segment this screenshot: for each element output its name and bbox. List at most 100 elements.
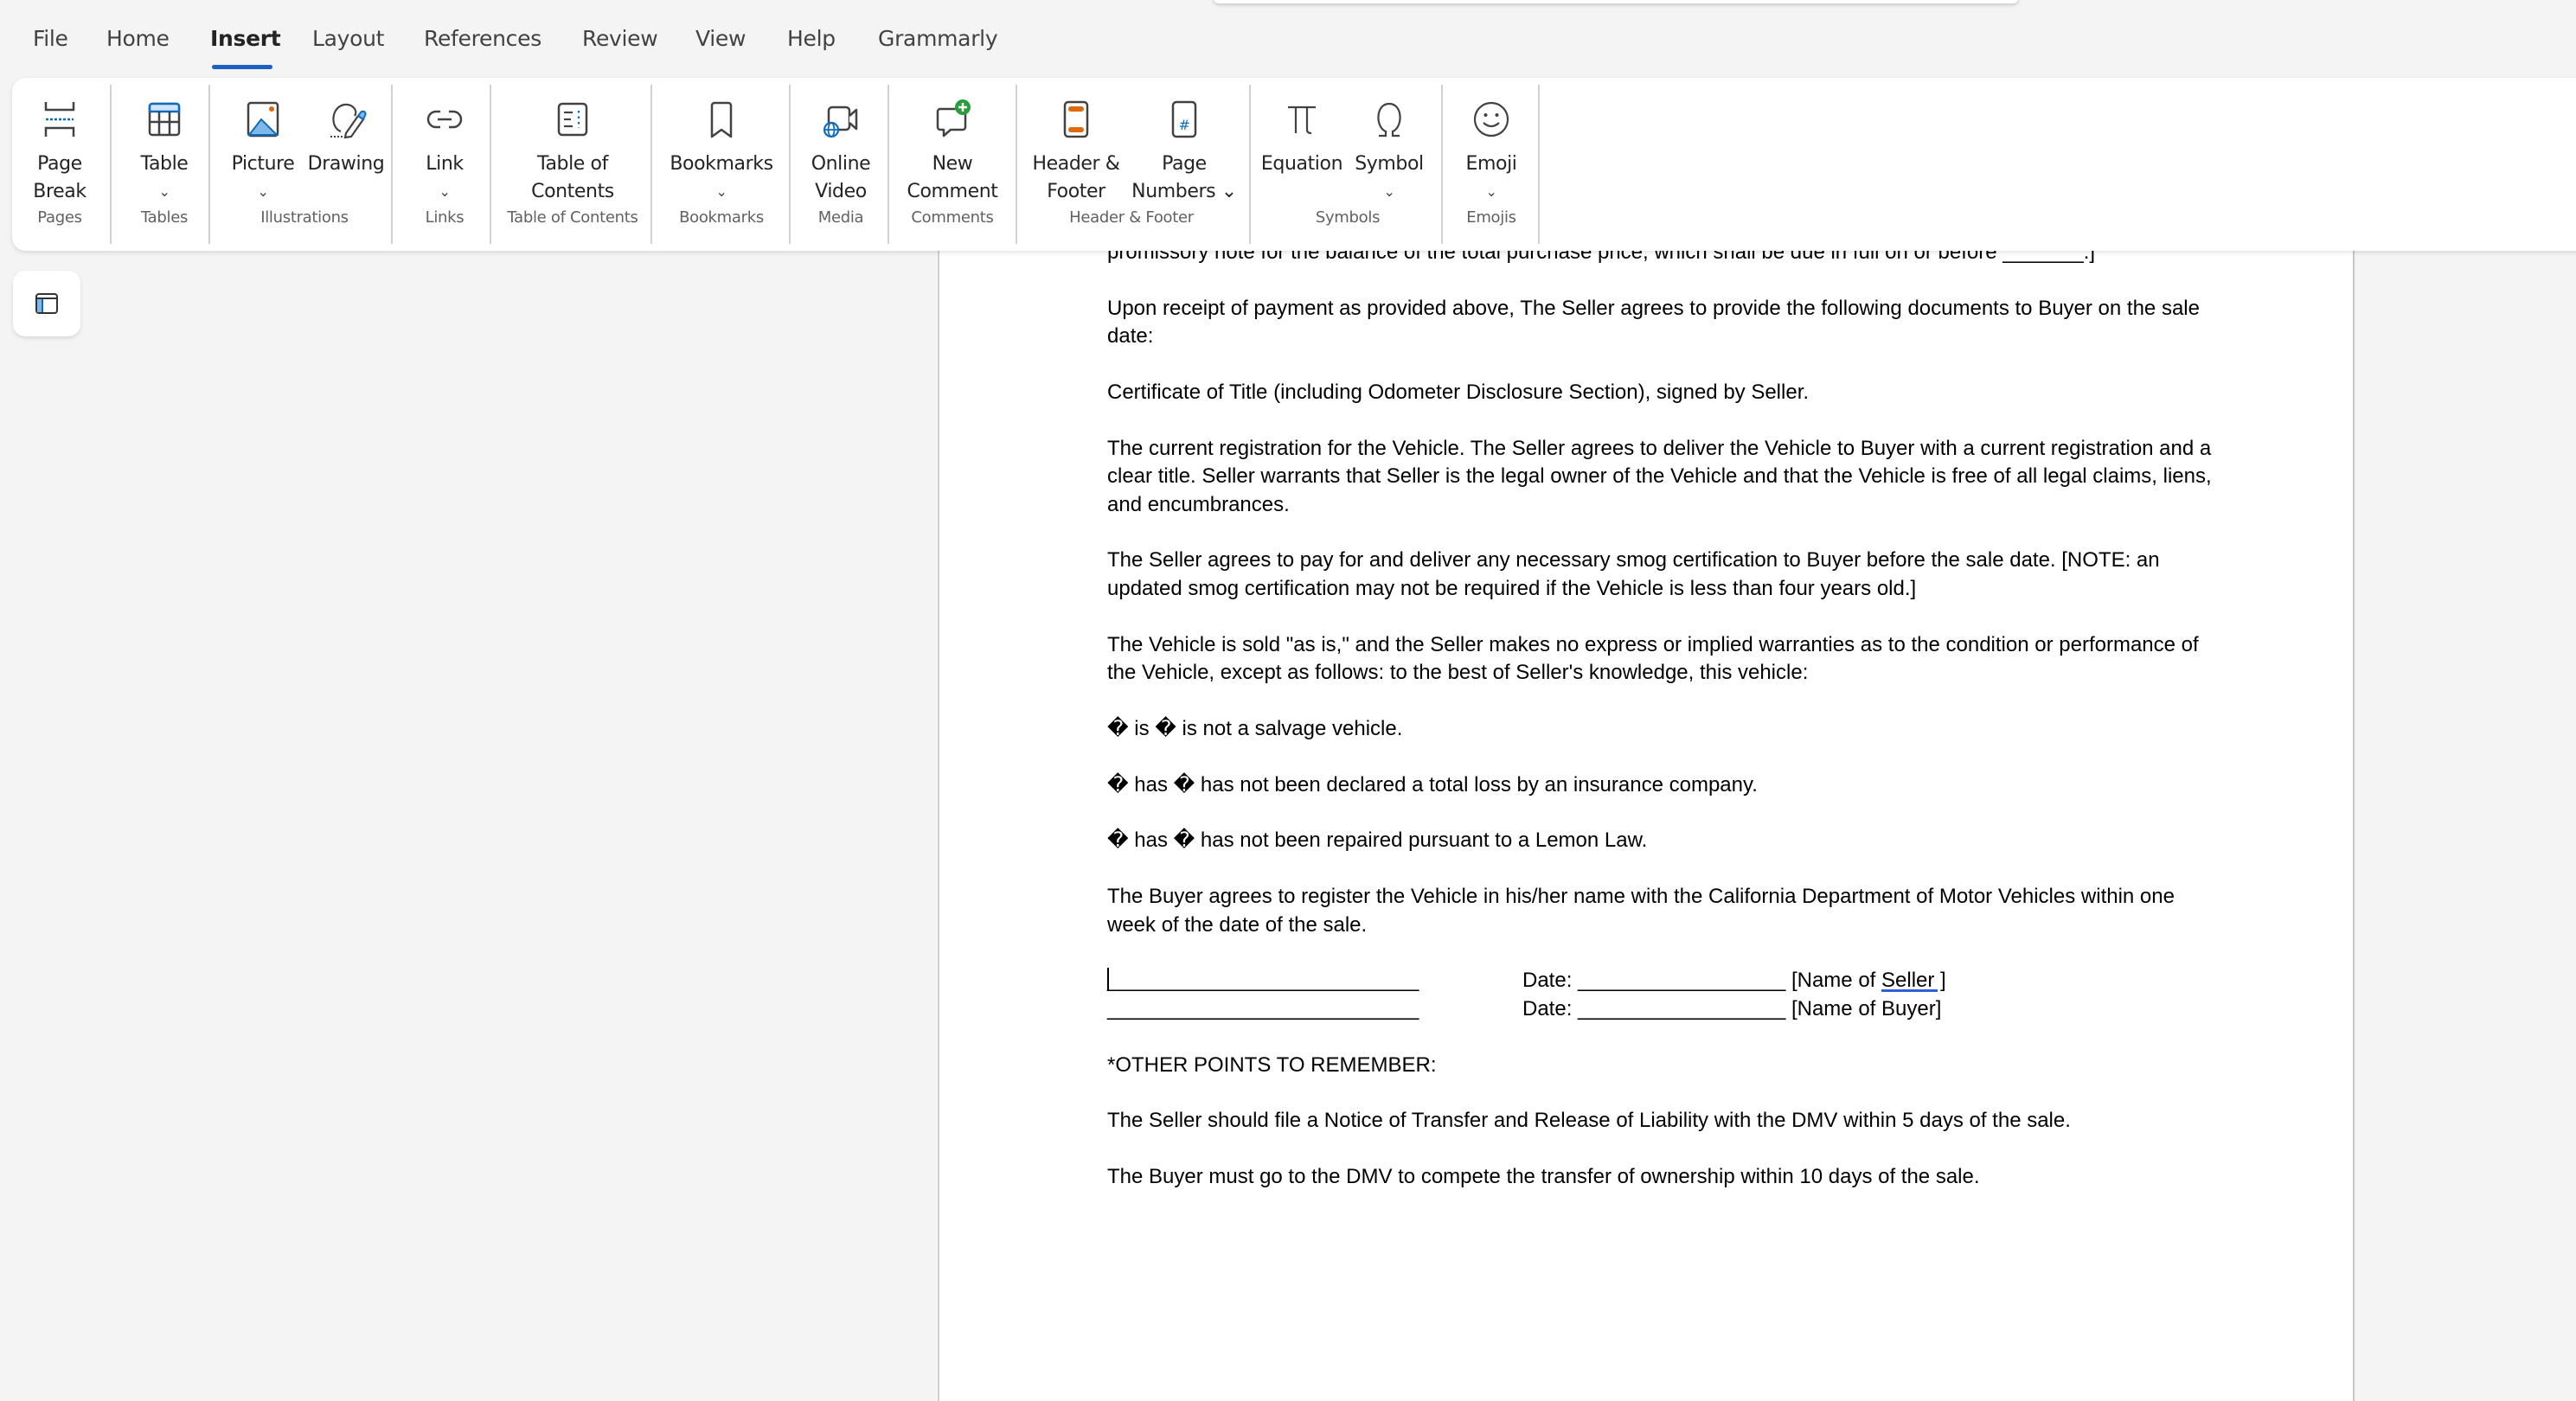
group-separator [490,85,491,244]
page-break-label-1: Page [37,153,82,175]
bookmarks-button[interactable]: Bookmarks ⌄ [657,78,786,208]
drawing-label: Drawing [307,153,385,175]
drawing-button[interactable]: Drawing [303,78,389,208]
group-label-comments: Comments [911,208,994,227]
group-label-tables: Tables [140,208,189,227]
bookmarks-label: Bookmarks [670,153,773,175]
group-label-pages: Pages [37,208,82,227]
group-label-symbols: Symbols [1315,208,1381,227]
emoji-button[interactable]: Emoji ⌄ [1446,78,1536,208]
chevron-down-icon: ⌄ [158,183,170,200]
table-button[interactable]: Table ⌄ [119,78,209,208]
page-numbers-icon: # [1171,100,1197,138]
group-label-illustrations: Illustrations [260,208,349,227]
online-video-label-1: Online [811,153,871,175]
group-label-links: Links [425,208,465,227]
group-separator [1016,85,1017,244]
table-label: Table [140,153,189,175]
online-video-icon [823,106,858,138]
symbol-button[interactable]: Symbol ⌄ [1344,78,1434,208]
equation-button[interactable]: Equation [1254,78,1349,208]
group-separator [1249,85,1251,244]
online-video-label-2: Video [815,181,867,202]
drawing-icon [330,103,367,139]
new-comment-label-2: Comment [907,181,998,202]
page-break-label-2: Break [33,181,87,202]
bookmark-icon [710,101,733,138]
signature-line: ___________________________ [1107,996,1419,1020]
tab-insert[interactable]: Insert [210,26,281,51]
checkbox-line: � is � is not a salvage vehicle. [1107,716,1403,740]
insert-ribbon: Page Break Pages Table ⌄ Tables Picture ⌄ [12,78,2576,251]
picture-icon [247,101,279,138]
link-button[interactable]: Link ⌄ [401,78,488,208]
new-comment-icon [936,99,971,138]
group-separator [110,85,112,244]
group-label-emojis: Emojis [1466,208,1516,227]
document-body[interactable]: promissory note for the balance of the t… [1107,239,2223,1219]
document-page[interactable]: promissory note for the balance of the t… [938,173,2355,1401]
group-separator [1538,85,1540,244]
buyer-date-text: Date: __________________ [Name of Buyer] [1522,996,1942,1020]
grammar-flag-seller[interactable]: Seller ] [1881,969,1946,992]
emoji-icon [1473,101,1509,138]
chevron-down-icon: ⌄ [1485,183,1497,200]
paragraph: The Buyer agrees to register the Vehicle… [1107,885,2175,937]
signature-row-seller: ___________________________ Date: ______… [1107,967,2223,995]
header-footer-label-1: Header & [1032,153,1120,175]
group-label-bookmarks: Bookmarks [679,208,764,227]
symbol-icon [1377,102,1401,138]
paragraph: Upon receipt of payment as provided abov… [1107,296,2200,349]
tab-file[interactable]: File [33,26,68,51]
header-footer-icon [1063,100,1089,138]
tab-home[interactable]: Home [106,26,170,51]
table-of-contents-button[interactable]: Table of Contents [495,78,650,208]
online-video-button[interactable]: Online Video [795,78,887,208]
toc-label-2: Contents [531,181,614,202]
group-separator [888,85,889,244]
group-label-table-of-contents: Table of Contents [507,208,638,227]
checkbox-line: � has � has not been repaired pursuant t… [1107,828,1648,853]
tab-references[interactable]: References [424,26,541,51]
paragraph: The current registration for the Vehicle… [1107,436,2212,516]
toc-label-1: Table of [537,153,608,175]
tab-grammarly[interactable]: Grammarly [878,26,998,51]
new-comment-label-1: New [932,153,973,175]
section-heading: *OTHER POINTS TO REMEMBER: [1107,1052,1437,1077]
chevron-down-icon: ⌄ [1383,183,1395,200]
paragraph: Certificate of Title (including Odometer… [1107,381,1810,404]
chevron-down-icon: ⌄ [257,183,269,200]
tab-layout[interactable]: Layout [312,26,384,51]
group-separator [1441,85,1443,244]
paragraph: The Seller should file a Notice of Trans… [1107,1109,2071,1133]
page-break-button[interactable]: Page Break [21,78,99,208]
symbol-label: Symbol [1355,153,1424,175]
page-numbers-button[interactable]: # Page Numbers ⌄ [1128,78,1240,208]
paragraph: The Seller agrees to pay for and deliver… [1107,548,2160,600]
table-icon [148,102,181,137]
chevron-down-icon: ⌄ [439,183,451,200]
tab-review[interactable]: Review [582,26,658,51]
group-label-media: Media [817,208,864,227]
picture-button[interactable]: Picture ⌄ [220,78,306,208]
signature-row-buyer: ___________________________ Date: ______… [1107,995,2223,1023]
group-separator [208,85,210,244]
header-footer-label-2: Footer [1047,181,1105,202]
svg-text:#: # [1178,117,1189,133]
new-comment-button[interactable]: New Comment [894,78,1010,208]
header-footer-button[interactable]: Header & Footer [1022,78,1130,208]
chevron-down-icon: ⌄ [715,183,727,200]
page-numbers-label-2: Numbers ⌄ [1131,181,1237,202]
emoji-label: Emoji [1465,153,1517,175]
tab-help[interactable]: Help [787,26,836,51]
group-separator [391,85,393,244]
signature-line: ___________________________ [1107,969,1419,993]
table-of-contents-icon [557,102,588,137]
link-label: Link [426,153,464,175]
paragraph: The Buyer must go to the DMV to compete … [1107,1165,1980,1189]
navigation-pane-button[interactable] [13,271,80,336]
equation-label: Equation [1260,153,1343,175]
active-tab-indicator [212,65,272,69]
paragraph: The Vehicle is sold "as is," and the Sel… [1107,632,2199,685]
tab-view[interactable]: View [695,26,746,51]
